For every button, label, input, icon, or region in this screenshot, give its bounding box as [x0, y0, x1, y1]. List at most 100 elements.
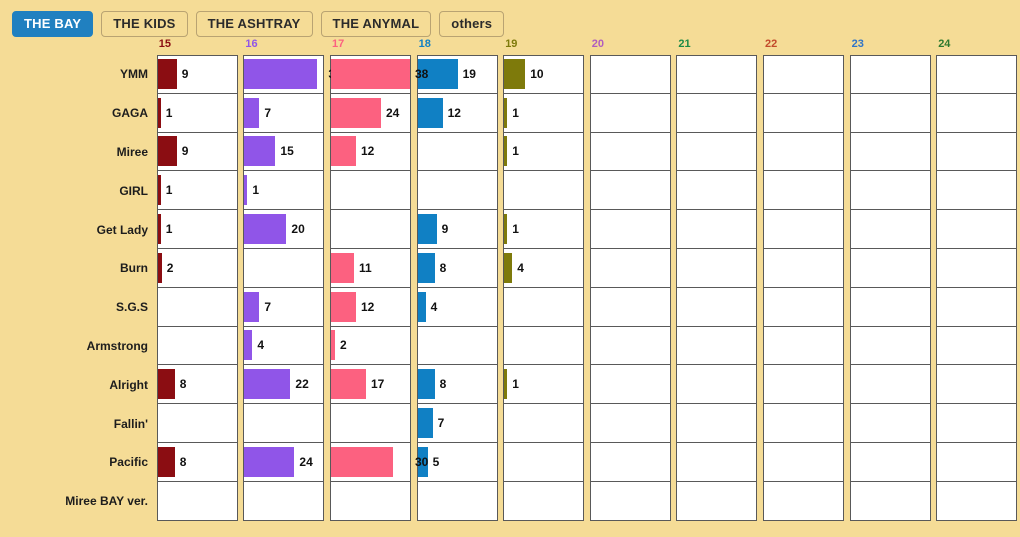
cell[interactable]	[590, 249, 670, 288]
cell[interactable]	[417, 133, 497, 172]
cell[interactable]: 12	[417, 94, 497, 133]
bar[interactable]	[504, 59, 526, 90]
bar[interactable]	[504, 252, 513, 283]
cell[interactable]: 35	[244, 55, 342, 94]
cell[interactable]	[937, 94, 1017, 133]
cell[interactable]	[677, 171, 757, 211]
cell[interactable]	[504, 482, 584, 521]
cell[interactable]: 7	[244, 288, 324, 327]
cell[interactable]: 1	[504, 94, 584, 133]
cell[interactable]	[850, 133, 930, 172]
cell[interactable]	[590, 133, 670, 172]
cell[interactable]	[937, 404, 1017, 443]
cell[interactable]	[764, 94, 843, 133]
bar[interactable]	[417, 408, 433, 439]
cell[interactable]	[331, 404, 410, 443]
cell[interactable]	[850, 443, 930, 482]
cell[interactable]: 4	[417, 288, 497, 327]
cell[interactable]	[850, 210, 930, 249]
cell[interactable]	[677, 365, 757, 405]
cell[interactable]	[244, 404, 324, 443]
cell[interactable]	[937, 55, 1017, 94]
cell[interactable]: 9	[417, 210, 497, 249]
cell[interactable]	[590, 482, 670, 521]
cell[interactable]	[850, 482, 930, 521]
cell[interactable]: 5	[417, 443, 497, 482]
cell[interactable]: 1	[504, 365, 584, 405]
cell[interactable]	[677, 133, 757, 172]
tab-the-bay[interactable]: THE BAY	[12, 10, 94, 37]
bar[interactable]	[157, 369, 175, 400]
cell[interactable]: 12	[331, 288, 410, 327]
bar[interactable]	[331, 97, 381, 128]
bar[interactable]	[244, 59, 318, 90]
cell[interactable]	[764, 327, 843, 366]
cell[interactable]	[590, 404, 670, 443]
cell[interactable]	[937, 288, 1017, 327]
cell[interactable]: 2	[331, 327, 410, 366]
bar[interactable]	[331, 446, 393, 477]
cell[interactable]: 2	[157, 249, 237, 288]
bar[interactable]	[244, 97, 260, 128]
cell[interactable]	[764, 404, 843, 443]
cell[interactable]: 8	[417, 249, 497, 288]
bar[interactable]	[417, 214, 437, 245]
bar[interactable]	[331, 59, 410, 90]
cell[interactable]	[677, 482, 757, 521]
cell[interactable]: 1	[244, 171, 324, 211]
cell[interactable]	[590, 55, 670, 94]
cell[interactable]	[244, 249, 324, 288]
cell[interactable]	[850, 404, 930, 443]
cell[interactable]	[677, 288, 757, 327]
cell[interactable]: 24	[331, 94, 410, 133]
cell[interactable]	[764, 249, 843, 288]
cell[interactable]	[937, 249, 1017, 288]
cell[interactable]	[937, 210, 1017, 249]
cell[interactable]: 19	[417, 55, 497, 94]
cell[interactable]	[764, 133, 843, 172]
cell[interactable]	[764, 482, 843, 521]
cell[interactable]: 4	[244, 327, 324, 366]
cell[interactable]	[937, 443, 1017, 482]
bar[interactable]	[417, 291, 426, 322]
cell[interactable]	[417, 171, 497, 211]
cell[interactable]	[677, 55, 757, 94]
cell[interactable]: 22	[244, 365, 324, 405]
cell[interactable]	[764, 210, 843, 249]
bar[interactable]	[244, 291, 260, 322]
cell[interactable]: 9	[157, 133, 237, 172]
cell[interactable]: 9	[157, 55, 237, 94]
cell[interactable]	[764, 55, 843, 94]
cell[interactable]	[677, 443, 757, 482]
cell[interactable]	[590, 365, 670, 405]
cell[interactable]	[850, 288, 930, 327]
cell[interactable]	[677, 249, 757, 288]
cell[interactable]: 11	[331, 249, 410, 288]
cell[interactable]	[850, 327, 930, 366]
tab-others[interactable]: others	[439, 10, 505, 37]
cell[interactable]	[590, 327, 670, 366]
cell[interactable]	[157, 327, 237, 366]
cell[interactable]	[677, 94, 757, 133]
cell[interactable]	[850, 94, 930, 133]
tab-the-ashtray[interactable]: THE ASHTRAY	[195, 10, 313, 37]
cell[interactable]: 15	[244, 133, 324, 172]
cell[interactable]: 7	[244, 94, 324, 133]
cell[interactable]	[590, 443, 670, 482]
cell[interactable]	[504, 327, 584, 366]
cell[interactable]	[764, 443, 843, 482]
cell[interactable]	[157, 482, 237, 521]
cell[interactable]	[590, 171, 670, 211]
cell[interactable]	[331, 210, 410, 249]
cell[interactable]: 12	[331, 133, 410, 172]
cell[interactable]	[331, 482, 410, 521]
cell[interactable]: 30	[331, 443, 428, 482]
cell[interactable]	[417, 482, 497, 521]
cell[interactable]: 20	[244, 210, 324, 249]
bar[interactable]	[417, 369, 435, 400]
bar[interactable]	[331, 136, 356, 167]
cell[interactable]: 38	[331, 55, 428, 94]
cell[interactable]: 8	[157, 443, 237, 482]
cell[interactable]	[677, 327, 757, 366]
bar[interactable]	[331, 369, 366, 400]
